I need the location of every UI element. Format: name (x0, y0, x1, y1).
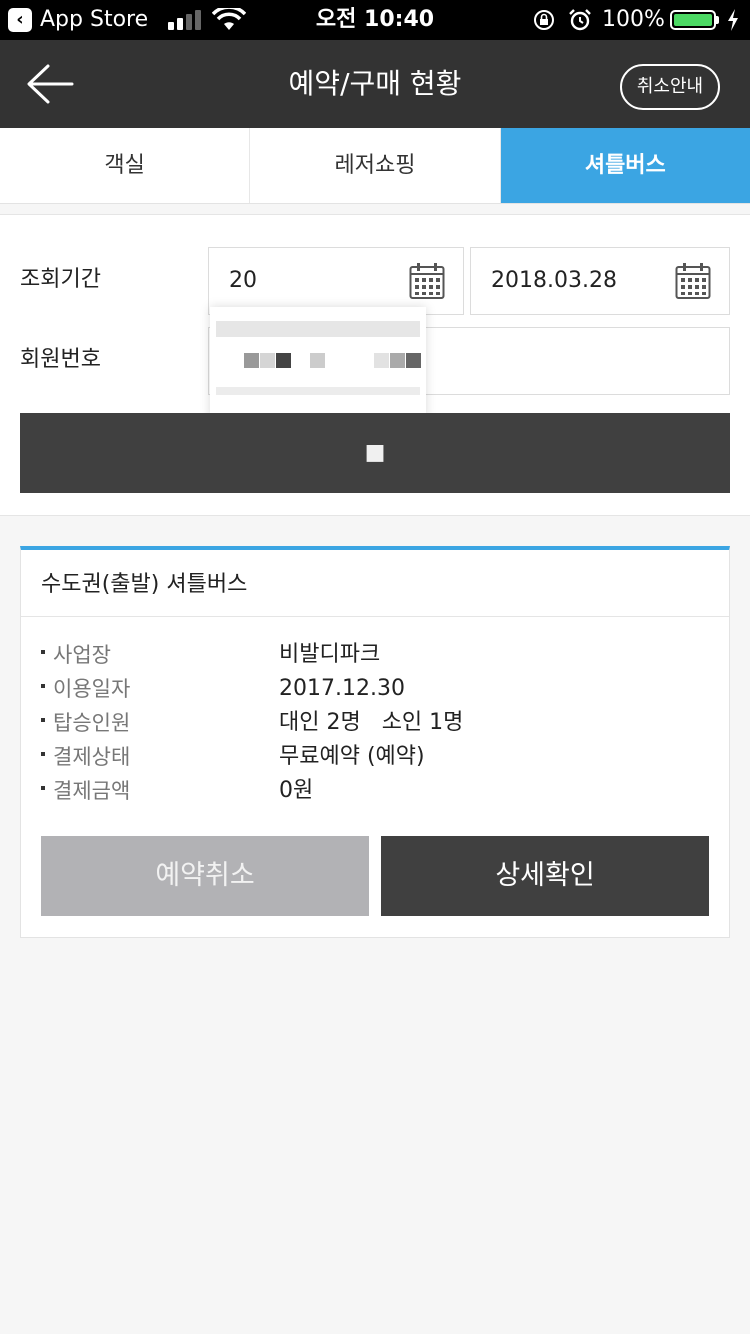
start-date-value: 20 (229, 268, 257, 293)
tab-rooms[interactable]: 객실 (0, 128, 251, 203)
calendar-icon[interactable] (409, 262, 445, 300)
detail-label: 탑승인원 (41, 706, 130, 740)
search-button[interactable]: ■ (20, 413, 730, 493)
calendar-icon[interactable] (675, 262, 711, 300)
period-label: 조회기간 (20, 267, 101, 292)
detail-value: 무료예약 (예약) (279, 744, 425, 769)
detail-label: 이용일자 (41, 672, 130, 706)
alarm-icon (569, 9, 591, 31)
status-bar: ‹ App Store 오전 10:40 100% (0, 0, 750, 40)
start-date-field[interactable]: 20 (208, 247, 464, 315)
app-header: 예약/구매 현황 취소안내 (0, 40, 750, 128)
detail-value: 0원 (279, 778, 314, 803)
detail-row-payment-status: 결제상태 무료예약 (예약) (41, 740, 701, 774)
view-details-button[interactable]: 상세확인 (381, 836, 709, 916)
detail-row-passengers: 탑승인원 대인 2명 소인 1명 (41, 706, 701, 740)
detail-label: 결제금액 (41, 774, 130, 808)
battery-percent: 100% (602, 7, 665, 32)
cancel-guide-button[interactable]: 취소안내 (620, 64, 720, 110)
detail-label: 사업장 (41, 638, 111, 672)
detail-row-date: 이용일자 2017.12.30 (41, 672, 701, 706)
end-date-value: 2018.03.28 (491, 268, 617, 293)
detail-value: 대인 2명 소인 1명 (279, 710, 464, 735)
tab-leisure-shopping[interactable]: 레저쇼핑 (250, 128, 501, 203)
battery-icon (670, 10, 716, 30)
member-number-label: 회원번호 (20, 347, 101, 372)
card-divider (21, 616, 729, 617)
detail-label: 결제상태 (41, 740, 130, 774)
tab-shuttle-bus[interactable]: 셔틀버스 (500, 128, 750, 203)
detail-row-payment-amount: 결제금액 0원 (41, 774, 701, 808)
search-panel: 조회기간 20 2018.03.28 회원번호 ■ (0, 214, 750, 516)
battery-tip (716, 16, 719, 24)
redacted-overlay (210, 307, 426, 419)
end-date-field[interactable]: 2018.03.28 (470, 247, 730, 315)
category-tabs: 객실 레저쇼핑 셔틀버스 (0, 128, 750, 204)
detail-value: 2017.12.30 (279, 676, 405, 701)
detail-value: 비발디파크 (279, 642, 381, 667)
orientation-lock-icon (534, 10, 554, 30)
reservation-title: 수도권(출발) 셔틀버스 (41, 572, 248, 597)
detail-row-venue: 사업장 비발디파크 (41, 638, 701, 672)
reservation-card: 수도권(출발) 셔틀버스 사업장 비발디파크 이용일자 2017.12.30 탑… (20, 546, 730, 938)
charging-bolt-icon (728, 9, 738, 31)
cancel-reservation-button[interactable]: 예약취소 (41, 836, 369, 916)
search-button-label: ■ (364, 440, 386, 465)
